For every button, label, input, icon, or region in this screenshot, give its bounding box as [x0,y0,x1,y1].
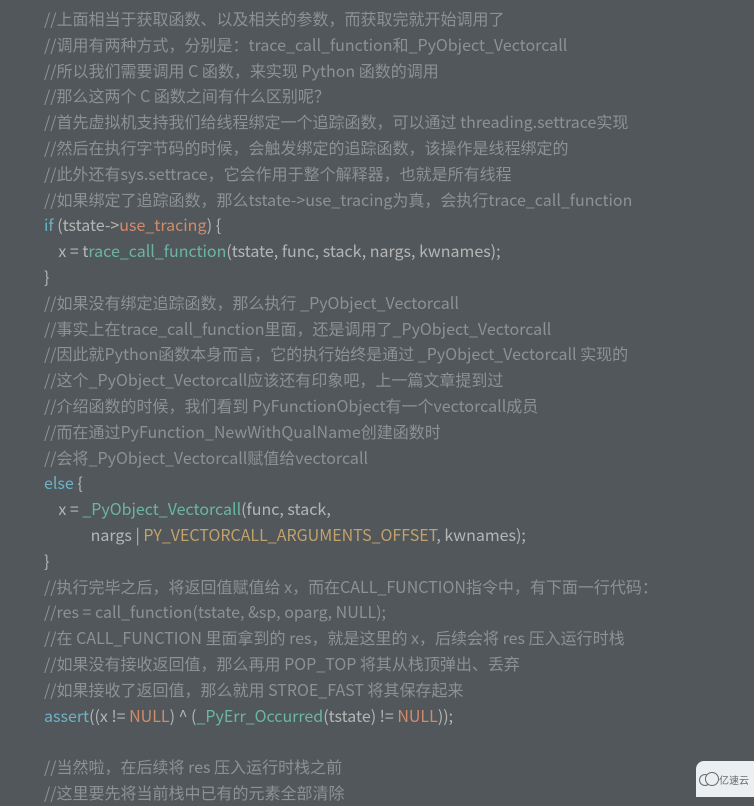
comment-line: //在 CALL_FUNCTION 里面拿到的 res，就是这里的 x，后续会将… [44,625,625,649]
code-line: nargs | PY_VECTORCALL_ARGUMENTS_OFFSET, … [44,522,526,546]
function-name: _PyErr_Occurred [196,703,323,727]
code-line: x = trace_call_function(tstate, func, st… [44,238,501,262]
comment-line: //会将_PyObject_Vectorcall赋值给vectorcall [44,445,368,469]
call-args: (tstate, func, stack, nargs, kwnames); [226,238,500,262]
punct: ) ^ ( [170,703,197,727]
macro: PY_VECTORCALL_ARGUMENTS_OFFSET [143,522,436,546]
constant-null: NULL [397,703,437,727]
comment-line: //执行完毕之后，将返回值赋值给 x，而在CALL_FUNCTION指令中，有下… [44,574,658,598]
punct: { [74,470,83,494]
function-name: _PyObject_Vectorcall [82,496,241,520]
comment-line: //上面相当于获取函数、以及相关的参数，而获取完就开始调用了 [44,6,505,30]
comment-line: //然后在执行字节码的时候，会触发绑定的追踪函数，该操作是线程绑定的 [44,135,569,159]
identifier: tstate [63,212,105,236]
comment-line: //因此就Python函数本身而言，它的执行始终是通过 _PyObject_Ve… [44,341,628,365]
punct: -> [105,212,119,236]
keyword-if: if [44,212,54,236]
call-args: nargs | [44,522,143,546]
comment-line: //此外还有sys.settrace，它会作用于整个解释器，也就是所有线程 [44,161,512,185]
comment-line: //如果没有绑定追踪函数，那么执行 _PyObject_Vectorcall [44,290,459,314]
punct: ) { [207,212,221,236]
cloud-icon [701,774,717,784]
keyword-assert: assert [44,703,89,727]
comment-line: //调用有两种方式，分别是：trace_call_function和_PyObj… [44,32,567,56]
assignment: x = t [44,238,88,262]
code-line: assert((x != NULL) ^ (_PyErr_Occurred(ts… [44,703,453,727]
comment-line: //事实上在trace_call_function里面，还是调用了_PyObje… [44,316,551,340]
punct: ( [54,212,63,236]
comment-line: //那么这两个 C 函数之间有什么区别呢？ [44,83,330,107]
comment-line: //如果绑定了追踪函数，那么tstate->use_tracing为真，会执行t… [44,187,632,211]
function-name: race_call_function [88,238,226,262]
brace-close: } [44,548,49,572]
comment-line: //如果接收了返回值，那么就用 STROE_FAST 将其保存起来 [44,677,464,701]
watermark-badge: 亿速云 [696,761,754,797]
assignment: x = [44,496,82,520]
watermark-text: 亿速云 [719,772,749,787]
comment-line: //当然啦，在后续将 res 压入运行时栈之前 [44,754,342,778]
punct: (tstate) != [323,703,397,727]
comment-line: //如果没有接收返回值，那么再用 POP_TOP 将其从栈顶弹出、丢弃 [44,651,520,675]
code-line: else { [44,470,83,494]
punct: )); [438,703,453,727]
comment-line: //这里要先将当前栈中已有的元素全部清除 [44,780,345,804]
comment-line: //介绍函数的时候，我们看到 PyFunctionObject有一个vector… [44,393,538,417]
comment-line: //这个_PyObject_Vectorcall应该还有印象吧，上一篇文章提到过 [44,367,503,391]
brace-close: } [44,264,49,288]
comment-line: //而在通过PyFunction_NewWithQualName创建函数时 [44,419,441,443]
comment-line: //所以我们需要调用 C 函数，来实现 Python 函数的调用 [44,58,439,82]
keyword-else: else [44,470,74,494]
comment-line: //res = call_function(tstate, &sp, oparg… [44,599,386,623]
punct: ((x != [89,703,129,727]
call-args: , kwnames); [436,522,526,546]
comment-line: //首先虚拟机支持我们给线程绑定一个追踪函数，可以通过 threading.se… [44,109,628,133]
code-line: if (tstate->use_tracing) { [44,212,221,236]
call-args: (func, stack, [241,496,331,520]
code-line: x = _PyObject_Vectorcall(func, stack, [44,496,331,520]
code-block: //上面相当于获取函数、以及相关的参数，而获取完就开始调用了 //调用有两种方式… [0,0,754,801]
member: use_tracing [119,212,206,236]
constant-null: NULL [129,703,169,727]
